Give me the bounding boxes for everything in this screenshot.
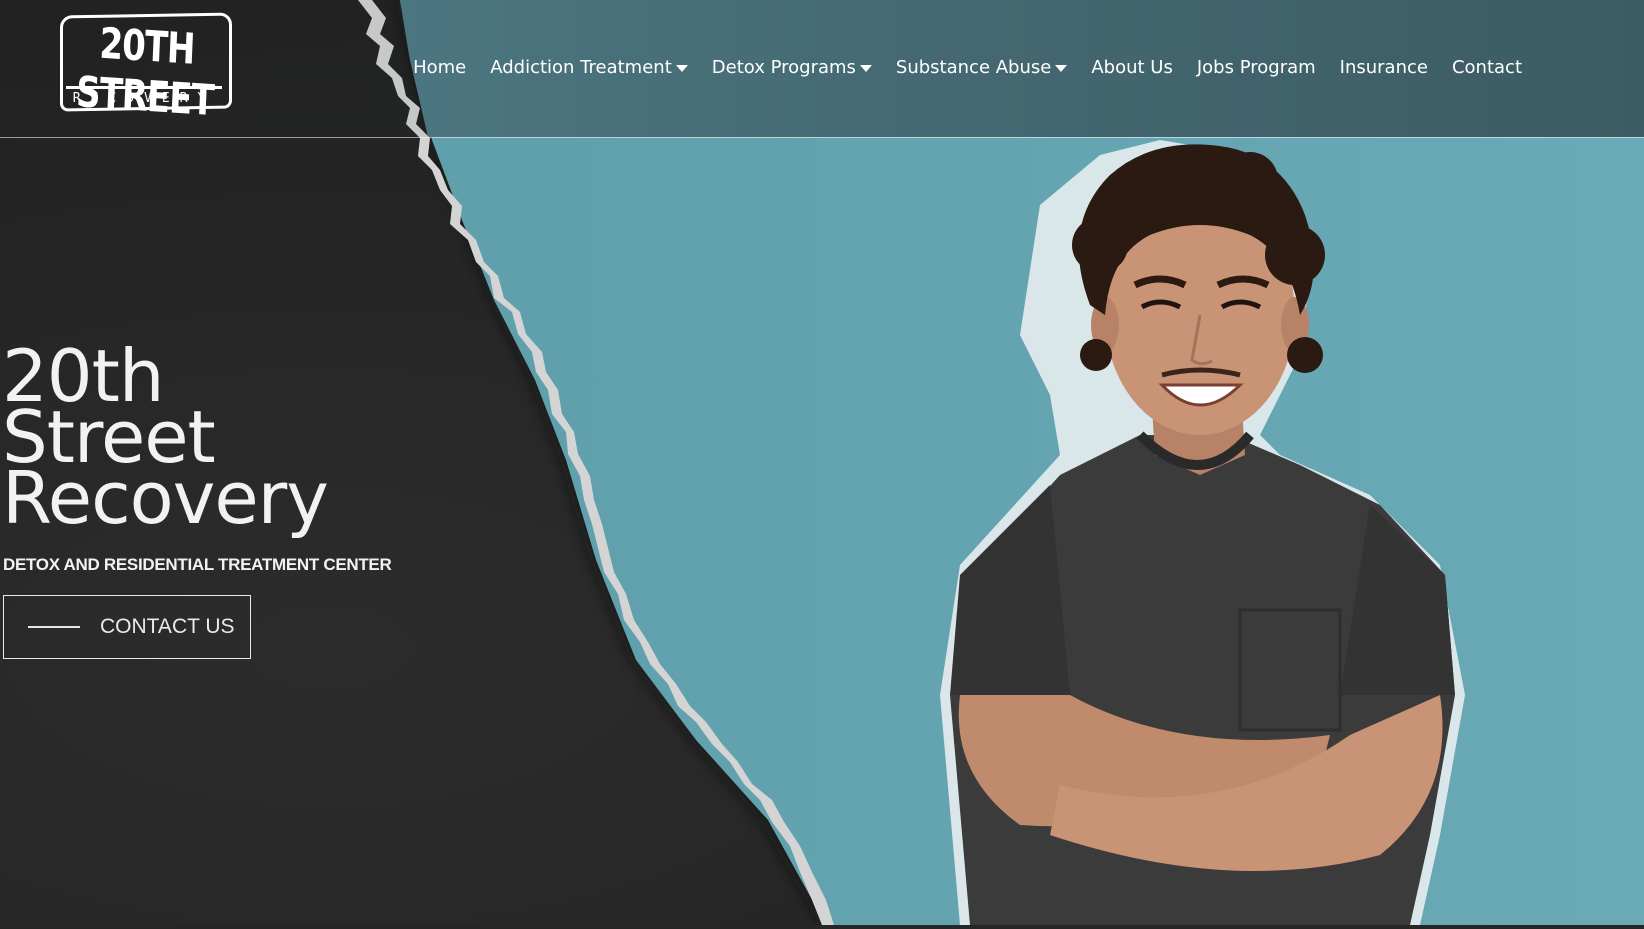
nav-item-jobs-program[interactable]: Jobs Program	[1185, 57, 1328, 78]
nav-item-label: Contact	[1451, 56, 1522, 78]
contact-us-label: CONTACT US	[100, 615, 235, 638]
hero-subtitle: DETOX AND RESIDENTIAL TREATMENT CENTER	[3, 555, 392, 574]
nav-item-label: Insurance	[1339, 56, 1428, 78]
nav-item-label: Jobs Program	[1196, 56, 1316, 78]
site-header: 20TH STREET RECOVERY Home Addiction Trea…	[0, 0, 1644, 138]
main-nav: Home Addiction Treatment Detox Programs …	[401, 50, 1534, 84]
chevron-down-icon	[675, 65, 688, 72]
nav-item-label: About Us	[1091, 56, 1173, 78]
chevron-down-icon	[859, 65, 872, 72]
brand-logo[interactable]: 20TH STREET RECOVERY	[60, 12, 236, 126]
nav-item-addiction-treatment[interactable]: Addiction Treatment	[478, 57, 700, 78]
nav-item-label: Addiction Treatment	[490, 56, 672, 78]
nav-item-home[interactable]: Home	[401, 57, 478, 78]
nav-item-about-us[interactable]: About Us	[1079, 57, 1185, 78]
dash-line-icon	[28, 626, 80, 628]
smiling-man-photo	[900, 135, 1500, 925]
logo-text-top: 20TH STREET	[75, 18, 215, 127]
hero-title-line: Recovery	[2, 456, 329, 540]
nav-item-detox-programs[interactable]: Detox Programs	[700, 57, 884, 78]
nav-item-label: Substance Abuse	[895, 56, 1052, 78]
chevron-down-icon	[1055, 65, 1068, 72]
nav-item-label: Detox Programs	[711, 56, 856, 78]
contact-us-button[interactable]: CONTACT US	[3, 595, 251, 659]
nav-item-label: Home	[413, 56, 467, 78]
logo-text-bottom: RECOVERY	[66, 86, 222, 109]
nav-item-insurance[interactable]: Insurance	[1328, 57, 1440, 78]
hero-title: 20th Street Recovery	[2, 340, 482, 540]
nav-item-substance-abuse[interactable]: Substance Abuse	[884, 57, 1079, 78]
nav-item-contact[interactable]: Contact	[1440, 57, 1534, 78]
